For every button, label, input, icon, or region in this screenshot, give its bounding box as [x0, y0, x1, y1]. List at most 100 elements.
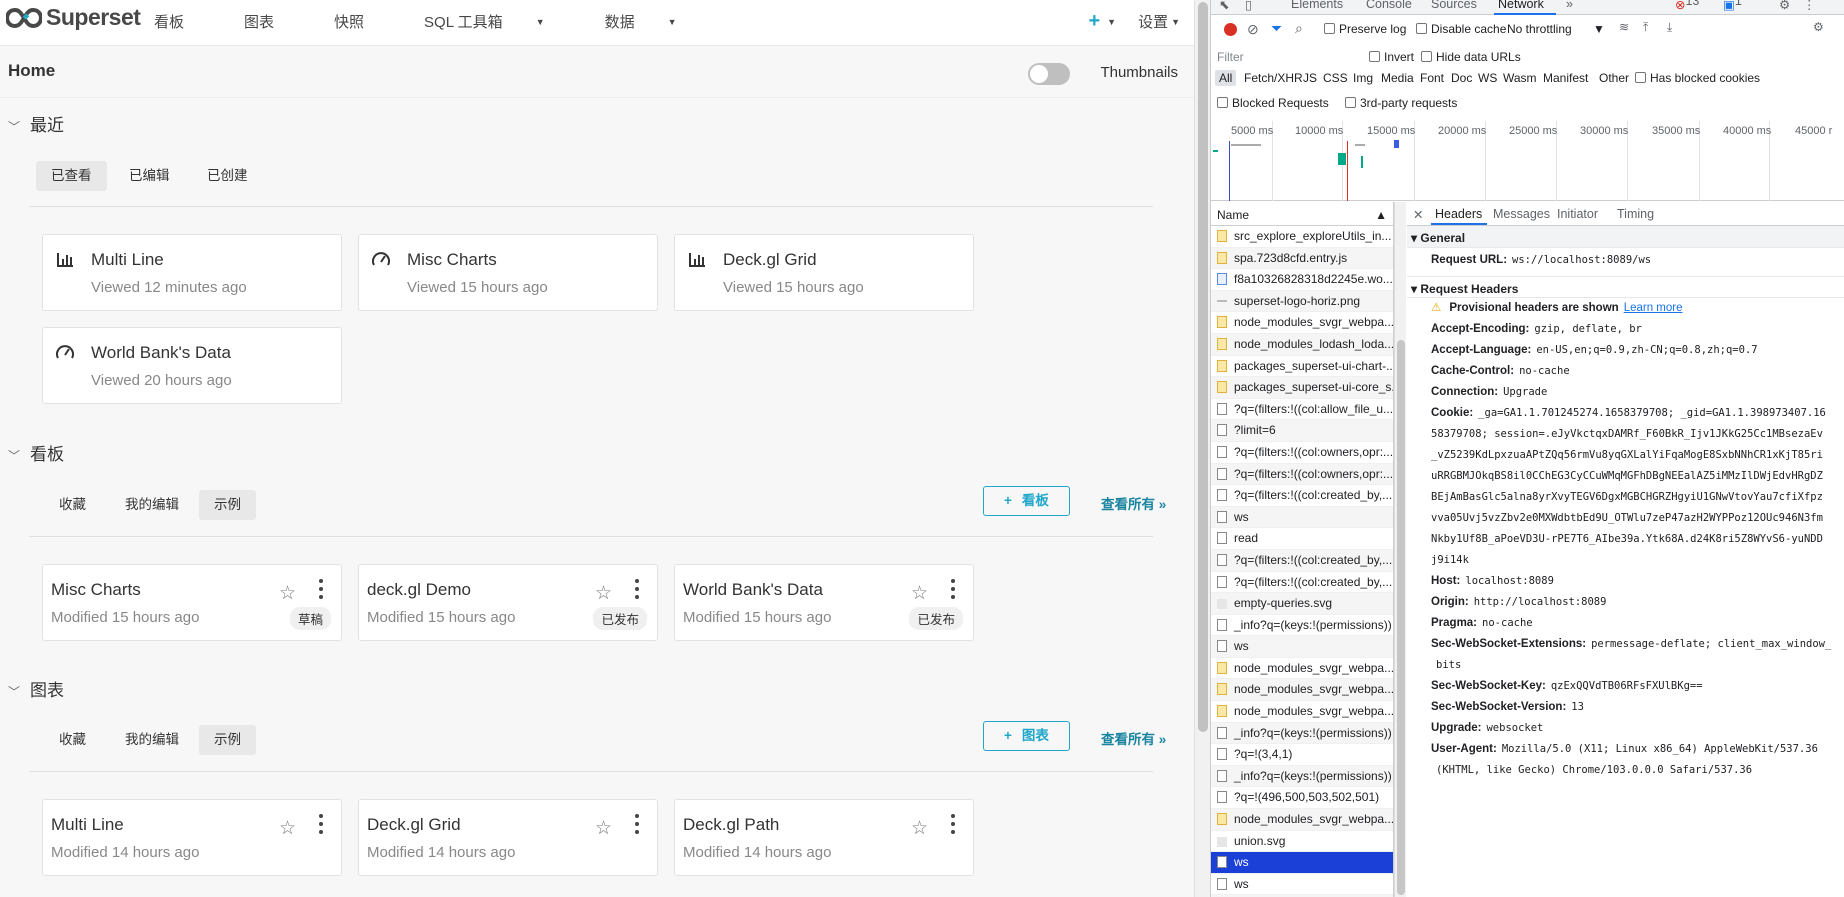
third-party-checkbox[interactable]: 3rd-party requests — [1345, 96, 1457, 110]
type-filter-all[interactable]: All — [1215, 70, 1237, 86]
tab-mine[interactable]: 我的编辑 — [110, 490, 194, 520]
type-filter-manifest[interactable]: Manifest — [1539, 70, 1592, 86]
request-headers-section-header[interactable]: ▾ Request Headers — [1407, 276, 1844, 298]
menu-item-data[interactable]: 数据 ▼ — [605, 11, 707, 32]
network-request-row[interactable]: ?q=(filters:!((col:allow_file_u... — [1211, 399, 1393, 421]
tab-edited[interactable]: 已编辑 — [114, 161, 185, 191]
tab-sources[interactable]: Sources — [1431, 0, 1477, 11]
type-filter-fetch[interactable]: Fetch/XHR — [1240, 70, 1307, 86]
tab-examples[interactable]: 示例 — [199, 490, 256, 520]
tab-console[interactable]: Console — [1366, 0, 1412, 11]
star-icon[interactable]: ☆ — [279, 582, 296, 605]
filter-input[interactable]: Filter — [1217, 50, 1359, 66]
tab-elements[interactable]: Elements — [1291, 0, 1343, 11]
type-filter-font[interactable]: Font — [1416, 70, 1448, 86]
network-request-row[interactable]: ?limit=6 — [1211, 420, 1393, 442]
network-request-row[interactable]: packages_superset-ui-chart-... — [1211, 356, 1393, 378]
chart-card[interactable]: Multi Line Modified 14 hours ago ☆ — [42, 799, 342, 876]
network-request-row[interactable]: ?q=!(496,500,503,502,501) — [1211, 787, 1393, 810]
blocked-cookies-checkbox[interactable]: Has blocked cookies — [1635, 71, 1760, 85]
network-request-row[interactable]: node_modules_svgr_webpa... — [1211, 809, 1393, 831]
more-vertical-icon[interactable] — [951, 814, 955, 836]
type-filter-img[interactable]: Img — [1349, 70, 1377, 86]
more-vertical-icon[interactable] — [635, 814, 639, 836]
name-column-header[interactable]: Name ▲ — [1211, 202, 1393, 226]
network-request-row[interactable]: empty-queries.svg — [1211, 593, 1393, 615]
more-vertical-icon[interactable] — [319, 579, 323, 601]
inspect-icon[interactable]: ⬉ — [1219, 0, 1229, 12]
star-icon[interactable]: ☆ — [911, 582, 928, 605]
network-overview-timeline[interactable]: 5000 ms 10000 ms 15000 ms 20000 ms 25000… — [1211, 121, 1844, 201]
hide-data-urls-checkbox[interactable]: Hide data URLs — [1421, 50, 1521, 64]
menu-item-sql-lab[interactable]: SQL 工具箱 ▼ — [424, 11, 575, 32]
page-scrollbar[interactable] — [1194, 0, 1210, 897]
device-toolbar-icon[interactable]: ▯ — [1245, 0, 1252, 12]
network-request-row[interactable]: ws — [1211, 506, 1393, 529]
network-request-row[interactable]: ?q=(filters:!((col:created_by,... — [1211, 549, 1393, 572]
filter-icon[interactable]: ⏷ — [1271, 20, 1282, 37]
type-filter-other[interactable]: Other — [1595, 70, 1633, 86]
star-icon[interactable]: ☆ — [279, 817, 296, 840]
network-request-row[interactable]: node_modules_svgr_webpa... — [1211, 679, 1393, 702]
disable-cache-checkbox[interactable]: Disable cache — [1416, 22, 1506, 36]
type-filter-media[interactable]: Media — [1377, 70, 1418, 86]
tab-initiator[interactable]: Initiator — [1557, 207, 1598, 221]
network-request-row[interactable]: spa.723d8cfd.entry.js — [1211, 247, 1393, 270]
network-request-row[interactable]: node_modules_svgr_webpa... — [1211, 701, 1393, 723]
settings-menu[interactable]: 设置 ▼ — [1138, 11, 1180, 32]
network-request-row[interactable]: packages_superset-ui-core_s... — [1211, 377, 1393, 399]
dashboard-card[interactable]: deck.gl Demo Modified 15 hours ago ☆ 已发布 — [358, 564, 658, 641]
type-filter-ws[interactable]: WS — [1474, 70, 1501, 86]
chart-card[interactable]: Deck.gl Grid Modified 14 hours ago ☆ — [358, 799, 658, 876]
star-icon[interactable]: ☆ — [595, 817, 612, 840]
recent-card[interactable]: World Bank's Data Viewed 20 hours ago — [42, 327, 342, 404]
section-charts-header[interactable]: ﹀ 图表 — [8, 676, 64, 701]
star-icon[interactable]: ☆ — [595, 582, 612, 605]
close-icon[interactable]: ✕ — [1413, 207, 1423, 222]
more-vertical-icon[interactable]: ⋮ — [1803, 0, 1816, 12]
menu-item-dashboards[interactable]: 看板 — [154, 11, 214, 32]
record-icon[interactable] — [1224, 23, 1237, 36]
recent-card[interactable]: Multi Line Viewed 12 minutes ago — [42, 234, 342, 311]
section-dashboards-header[interactable]: ﹀ 看板 — [8, 440, 64, 465]
scrollbar-thumb[interactable] — [1397, 340, 1405, 895]
throttling-select[interactable]: No throttling ▼ — [1507, 22, 1605, 36]
search-icon[interactable]: ⌕ — [1295, 20, 1303, 37]
network-request-row[interactable]: node_modules_lodash_loda... — [1211, 333, 1393, 356]
dashboard-card[interactable]: Misc Charts Modified 15 hours ago ☆ 草稿 — [42, 564, 342, 641]
dashboard-card[interactable]: World Bank's Data Modified 15 hours ago … — [674, 564, 974, 641]
menu-item-snapshots[interactable]: 快照 — [334, 11, 394, 32]
request-list-scrollbar[interactable] — [1394, 202, 1406, 897]
chart-card[interactable]: Deck.gl Path Modified 14 hours ago ☆ — [674, 799, 974, 876]
import-har-icon[interactable]: ⤒ — [1643, 20, 1648, 35]
blocked-requests-checkbox[interactable]: Blocked Requests — [1217, 96, 1329, 110]
tab-messages[interactable]: Messages — [1493, 207, 1550, 221]
network-request-row[interactable]: ?q=(filters:!((col:created_by,... — [1211, 572, 1393, 594]
tab-mine[interactable]: 我的编辑 — [110, 725, 194, 755]
network-request-row[interactable]: node_modules_svgr_webpa... — [1211, 312, 1393, 334]
network-conditions-icon[interactable]: ≋ — [1619, 20, 1629, 34]
network-request-row[interactable]: ?q=(filters:!((col:owners,opr:... — [1211, 442, 1393, 464]
clear-icon[interactable]: ⊘ — [1247, 21, 1259, 38]
menu-item-charts[interactable]: 图表 — [244, 11, 304, 32]
plus-icon[interactable]: + — [1088, 10, 1100, 33]
more-vertical-icon[interactable] — [951, 579, 955, 601]
message-count-badge[interactable]: ▣ 1 — [1723, 0, 1742, 12]
star-icon[interactable]: ☆ — [911, 817, 928, 840]
settings-gear-icon[interactable]: ⚙ — [1779, 0, 1790, 12]
network-request-row[interactable]: node_modules_svgr_webpa... — [1211, 658, 1393, 680]
network-request-row[interactable]: ws — [1211, 874, 1393, 896]
type-filter-doc[interactable]: Doc — [1447, 70, 1476, 86]
more-vertical-icon[interactable] — [635, 579, 639, 601]
network-request-row[interactable]: read — [1211, 528, 1393, 550]
network-request-row[interactable]: _info?q=(keys:!(permissions)) — [1211, 722, 1393, 745]
recent-card[interactable]: Misc Charts Viewed 15 hours ago — [358, 234, 658, 311]
type-filter-js[interactable]: JS — [1299, 70, 1321, 86]
type-filter-css[interactable]: CSS — [1319, 70, 1352, 86]
add-dashboard-button[interactable]: + 看板 — [983, 486, 1070, 516]
preserve-log-checkbox[interactable]: Preserve log — [1324, 22, 1406, 36]
more-vertical-icon[interactable] — [319, 814, 323, 836]
network-request-row[interactable]: _info?q=(keys:!(permissions)) — [1211, 615, 1393, 637]
error-count-badge[interactable]: ⊗ 13 — [1675, 0, 1699, 12]
more-tabs-icon[interactable]: » — [1566, 0, 1573, 11]
